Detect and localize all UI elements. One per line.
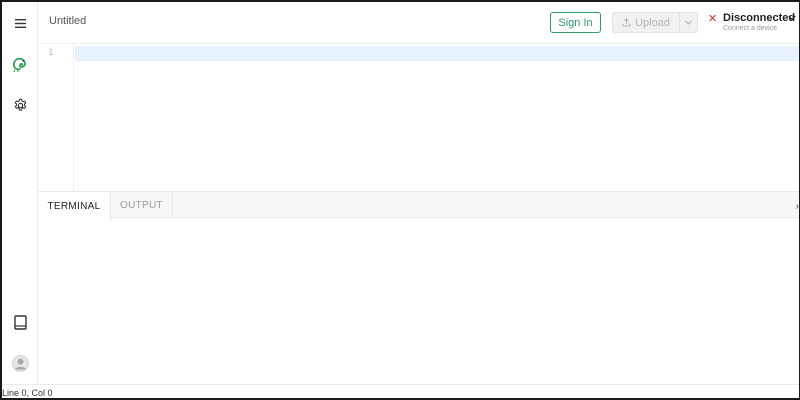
top-toolbar: Untitled Sign In Upload ✕ Disconnected C…: [38, 2, 799, 44]
gear-icon: [14, 98, 26, 111]
disconnected-icon: ✕: [708, 13, 718, 25]
tab-terminal[interactable]: TERMINAL: [38, 192, 111, 220]
panel-collapse-icon[interactable]: ›: [796, 201, 799, 212]
panel-tabs: TERMINAL OUTPUT ›: [38, 191, 799, 220]
terminal-content[interactable]: [38, 219, 799, 384]
upload-options-dropdown[interactable]: [679, 12, 698, 33]
upload-label: Upload: [635, 16, 670, 29]
settings-button[interactable]: [2, 90, 38, 120]
bottom-panel: TERMINAL OUTPUT ›: [38, 191, 799, 384]
user-avatar-icon: [11, 354, 29, 372]
book-icon: [13, 314, 27, 330]
code-editor[interactable]: 1: [38, 44, 799, 191]
upload-button[interactable]: Upload: [612, 12, 680, 33]
chevron-down-icon: [685, 20, 692, 25]
sign-in-button[interactable]: Sign In: [550, 12, 601, 33]
connection-hint: Connect a device: [723, 25, 778, 32]
chameleon-logo-icon: [12, 57, 26, 72]
menu-button[interactable]: [2, 8, 38, 38]
sketch-title[interactable]: Untitled: [49, 15, 86, 27]
sidebar-item-editor[interactable]: [2, 49, 38, 79]
sidebar: [2, 2, 38, 384]
cursor-position: Line 0, Col 0: [2, 388, 53, 398]
line-number-gutter: 1: [38, 44, 74, 191]
chevron-down-icon[interactable]: [788, 15, 796, 21]
tab-output[interactable]: OUTPUT: [111, 192, 173, 219]
docs-button[interactable]: [2, 307, 38, 337]
line-number: 1: [48, 48, 54, 58]
connection-status[interactable]: Disconnected: [723, 12, 795, 24]
app-window: Untitled Sign In Upload ✕ Disconnected C…: [0, 0, 800, 400]
menu-icon: [14, 18, 26, 28]
active-line-highlight[interactable]: [75, 46, 799, 61]
status-bar: Line 0, Col 0: [2, 384, 799, 398]
account-button[interactable]: [2, 348, 38, 378]
upload-icon: [622, 18, 631, 27]
